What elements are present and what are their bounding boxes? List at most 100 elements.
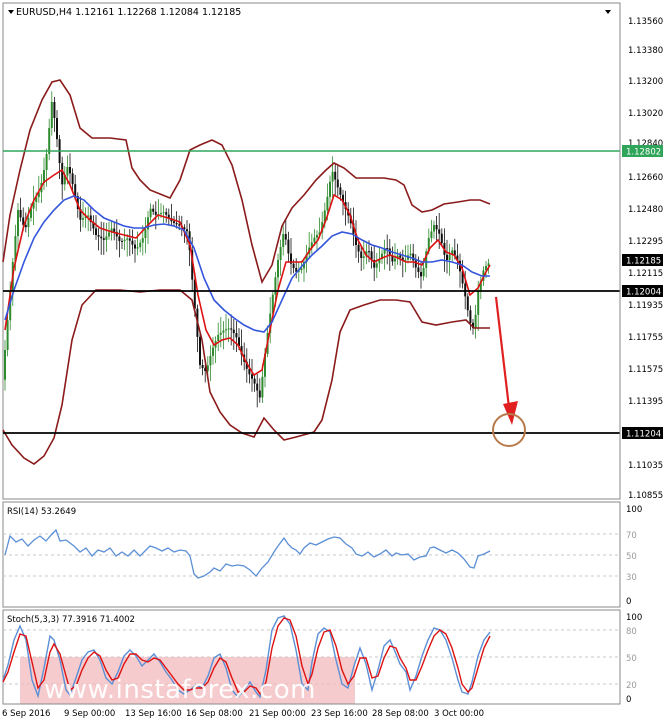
svg-text:50: 50 bbox=[626, 552, 637, 562]
candle-body bbox=[134, 244, 136, 249]
candle-body bbox=[329, 181, 331, 197]
candle-body bbox=[357, 245, 360, 252]
svg-text:100: 100 bbox=[626, 613, 642, 623]
rsi-axis: 100 70 50 30 0 bbox=[626, 505, 642, 607]
symbol-info: EURUSD,H4 1.12161 1.12268 1.12084 1.1218… bbox=[16, 7, 241, 18]
candle-body bbox=[230, 328, 233, 330]
candle-body bbox=[139, 242, 142, 248]
svg-text:13 Sep 16:00: 13 Sep 16:00 bbox=[125, 709, 182, 719]
candle-body bbox=[87, 215, 90, 217]
candle-body bbox=[69, 167, 71, 174]
candle-body bbox=[199, 336, 201, 365]
candle-body bbox=[144, 229, 147, 239]
candle-body bbox=[360, 251, 363, 258]
candle-body bbox=[53, 102, 56, 118]
candle-body bbox=[201, 365, 204, 369]
svg-text:1.12004: 1.12004 bbox=[626, 288, 661, 298]
svg-text:1.12802: 1.12802 bbox=[626, 148, 661, 158]
candle-body bbox=[56, 118, 58, 140]
stoch-label: Stoch(5,3,3) 77.3916 71.4002 bbox=[7, 615, 135, 625]
candle-body bbox=[186, 229, 188, 232]
svg-text:1.12115: 1.12115 bbox=[628, 269, 663, 279]
candle-body bbox=[105, 236, 108, 240]
candle-body bbox=[61, 163, 64, 185]
candle-body bbox=[433, 225, 435, 232]
candle-body bbox=[284, 234, 287, 240]
candle-body bbox=[277, 260, 279, 278]
candle-body bbox=[50, 102, 53, 128]
candle-body bbox=[409, 253, 412, 256]
candle-body bbox=[474, 314, 477, 328]
svg-text:70: 70 bbox=[626, 531, 637, 541]
svg-text:3 Oct 00:00: 3 Oct 00:00 bbox=[434, 709, 484, 719]
candle-body bbox=[362, 256, 365, 258]
candle-body bbox=[313, 237, 316, 243]
candle-body bbox=[4, 350, 6, 380]
candle-body bbox=[292, 263, 295, 268]
candle-body bbox=[464, 283, 467, 297]
candle-body bbox=[123, 239, 126, 241]
svg-text:21 Sep 00:00: 21 Sep 00:00 bbox=[249, 709, 306, 719]
svg-text:0: 0 bbox=[626, 695, 631, 705]
candle-body bbox=[108, 232, 110, 237]
candle-body bbox=[336, 179, 339, 188]
candle-body bbox=[17, 210, 19, 236]
candle-body bbox=[19, 210, 22, 218]
candle-body bbox=[162, 212, 165, 214]
candle-body bbox=[160, 213, 162, 215]
svg-text:1.11395: 1.11395 bbox=[628, 397, 663, 407]
candle-body bbox=[375, 263, 378, 268]
candle-body bbox=[282, 234, 285, 247]
candle-body bbox=[417, 267, 420, 272]
candle-body bbox=[121, 240, 123, 242]
candle-body bbox=[394, 258, 396, 262]
main-price-panel[interactable]: EURUSD,H4 1.12161 1.12268 1.12084 1.1218… bbox=[2, 2, 621, 500]
candle-body bbox=[440, 233, 443, 244]
candle-body bbox=[469, 310, 472, 323]
chart-window[interactable]: EURUSD,H4 1.12161 1.12268 1.12084 1.1218… bbox=[0, 0, 665, 723]
candle-body bbox=[141, 238, 144, 243]
svg-text:16 Sep 08:00: 16 Sep 08:00 bbox=[186, 709, 243, 719]
candle-body bbox=[446, 254, 448, 260]
candle-body bbox=[6, 320, 9, 350]
candle-body bbox=[225, 329, 227, 331]
svg-text:28 Sep 08:00: 28 Sep 08:00 bbox=[372, 709, 429, 719]
candle-body bbox=[316, 235, 318, 238]
candle-body bbox=[118, 236, 121, 241]
candle-body bbox=[45, 154, 48, 170]
candle-body bbox=[477, 291, 480, 315]
candle-body bbox=[82, 218, 84, 220]
candle-body bbox=[212, 347, 214, 356]
svg-text:80: 80 bbox=[626, 627, 637, 637]
svg-text:1.12480: 1.12480 bbox=[628, 205, 663, 215]
candle-body bbox=[466, 296, 469, 311]
svg-text:1.12295: 1.12295 bbox=[628, 237, 663, 247]
candle-body bbox=[253, 378, 256, 384]
candle-body bbox=[209, 355, 212, 366]
svg-text:50: 50 bbox=[626, 654, 637, 664]
candle-body bbox=[165, 212, 168, 215]
candle-body bbox=[217, 334, 220, 341]
svg-text:1.11935: 1.11935 bbox=[628, 301, 663, 311]
candle-body bbox=[251, 374, 253, 379]
candle-body bbox=[261, 376, 264, 398]
candle-body bbox=[95, 228, 97, 235]
candle-body bbox=[430, 231, 433, 238]
svg-text:1.11035: 1.11035 bbox=[628, 461, 663, 471]
svg-text:9 Sep 00:00: 9 Sep 00:00 bbox=[64, 709, 115, 719]
candle-body bbox=[258, 390, 261, 398]
candle-body bbox=[334, 171, 337, 180]
candle-body bbox=[128, 238, 131, 241]
candle-body bbox=[279, 247, 282, 260]
candle-body bbox=[422, 267, 425, 277]
candle-body bbox=[100, 236, 103, 239]
rsi-panel[interactable]: RSI(14) 53.2649 bbox=[2, 501, 621, 608]
svg-text:1.13020: 1.13020 bbox=[628, 109, 663, 119]
candle-body bbox=[227, 328, 230, 330]
candle-body bbox=[71, 173, 74, 185]
stochastic-panel[interactable]: Stoch(5,3,3) 77.3916 71.4002 www.instafo… bbox=[2, 609, 621, 705]
candle-body bbox=[102, 238, 105, 240]
candle-body bbox=[131, 240, 134, 245]
svg-text:1.10855: 1.10855 bbox=[628, 491, 663, 501]
candle-body bbox=[149, 208, 152, 218]
